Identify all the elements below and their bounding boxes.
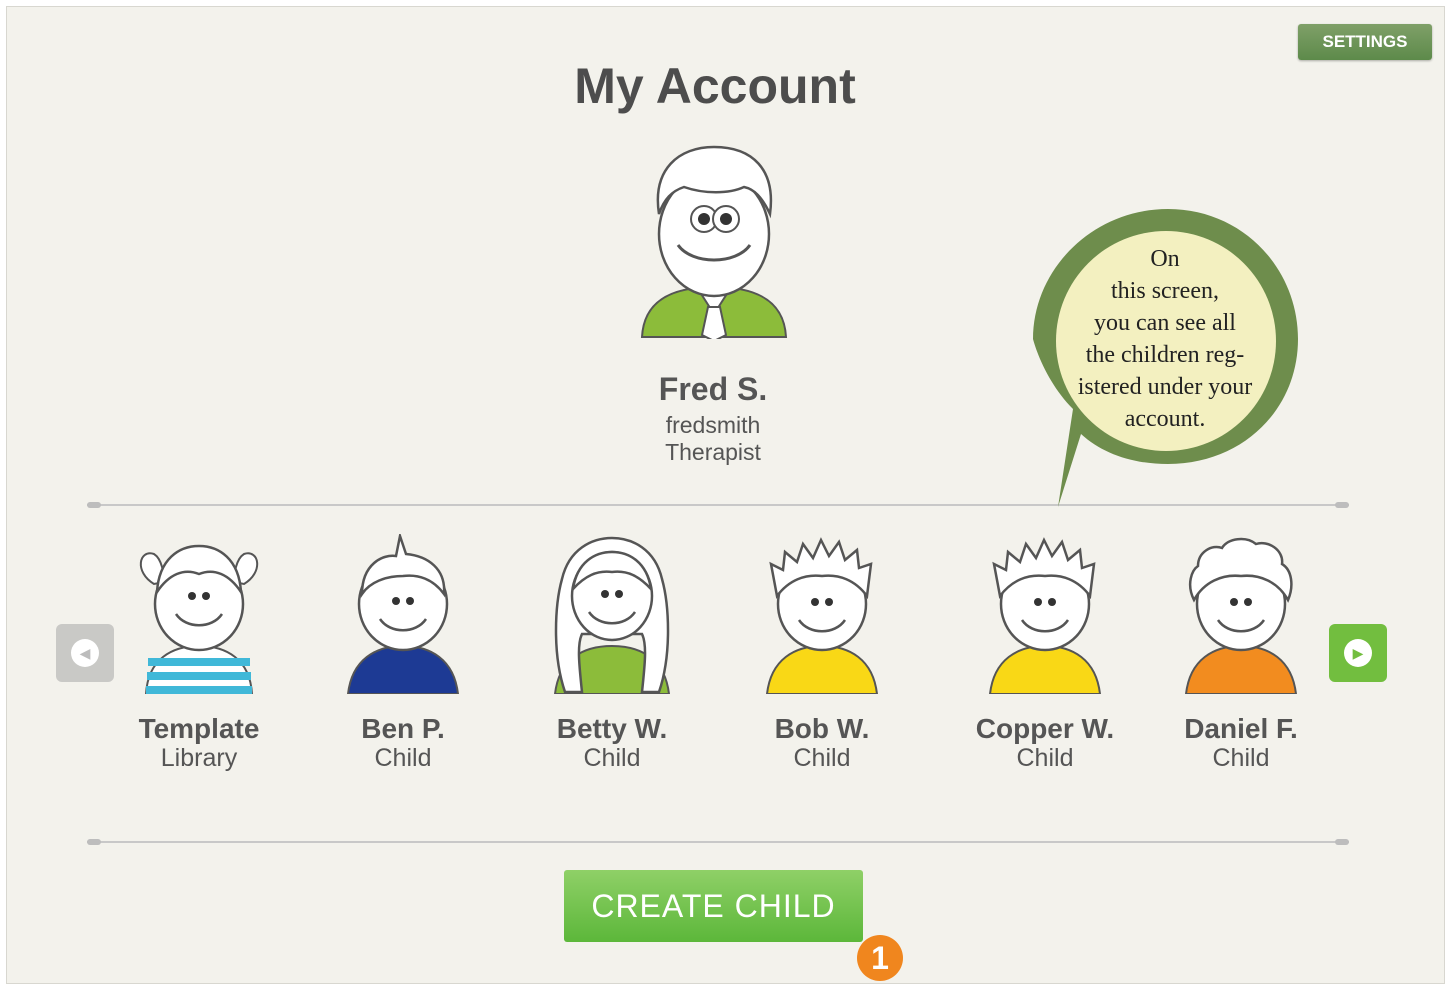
- child-role: Child: [374, 744, 432, 772]
- child-card-copper[interactable]: Copper W. Child: [945, 534, 1145, 772]
- profile-role: Therapist: [665, 439, 761, 465]
- boy-curly-hair-avatar: [1184, 537, 1298, 694]
- boy-spiky-hair-avatar: [988, 537, 1102, 694]
- profile-username: fredsmith: [665, 412, 761, 438]
- child-role: Library: [160, 744, 238, 772]
- child-name: Copper W.: [975, 713, 1115, 744]
- child-card-ben[interactable]: Ben P. Child: [303, 534, 503, 772]
- page-title: My Account: [574, 58, 856, 114]
- callout-text: On this screen, you can see all the chil…: [1077, 246, 1253, 432]
- child-name: Daniel F.: [1184, 713, 1298, 744]
- child-name: Betty W.: [556, 713, 668, 744]
- child-role: Child: [1016, 744, 1074, 772]
- settings-button[interactable]: SETTINGS: [1298, 24, 1432, 60]
- create-child-button[interactable]: CREATE CHILD: [564, 870, 863, 942]
- child-card-template[interactable]: Template Library: [99, 534, 299, 772]
- child-card-bob[interactable]: Bob W. Child: [722, 534, 922, 772]
- boy-tuft-avatar: [346, 534, 460, 694]
- child-card-daniel[interactable]: Daniel F. Child: [1141, 534, 1341, 772]
- boy-spiky-hair-avatar: [765, 537, 879, 694]
- step-marker-badge: 1: [857, 935, 903, 981]
- child-role: Child: [1212, 744, 1270, 772]
- account-screen: SETTINGS My Account Fred S. fredsmith Th…: [6, 6, 1445, 984]
- child-name: Bob W.: [774, 713, 870, 744]
- girl-curly-hair-avatar: [553, 536, 671, 694]
- chevron-left-icon: ◀: [71, 639, 99, 667]
- child-name: Ben P.: [361, 713, 445, 744]
- child-name: Template: [138, 713, 260, 744]
- girl-pigtails-striped-avatar: [139, 544, 259, 694]
- chevron-right-icon: ▶: [1344, 639, 1372, 667]
- therapist-avatar: [640, 145, 788, 339]
- child-card-betty[interactable]: Betty W. Child: [512, 534, 712, 772]
- bottom-divider: [87, 839, 1349, 845]
- profile-name: Fred S.: [658, 371, 768, 407]
- child-role: Child: [583, 744, 641, 772]
- child-role: Child: [793, 744, 851, 772]
